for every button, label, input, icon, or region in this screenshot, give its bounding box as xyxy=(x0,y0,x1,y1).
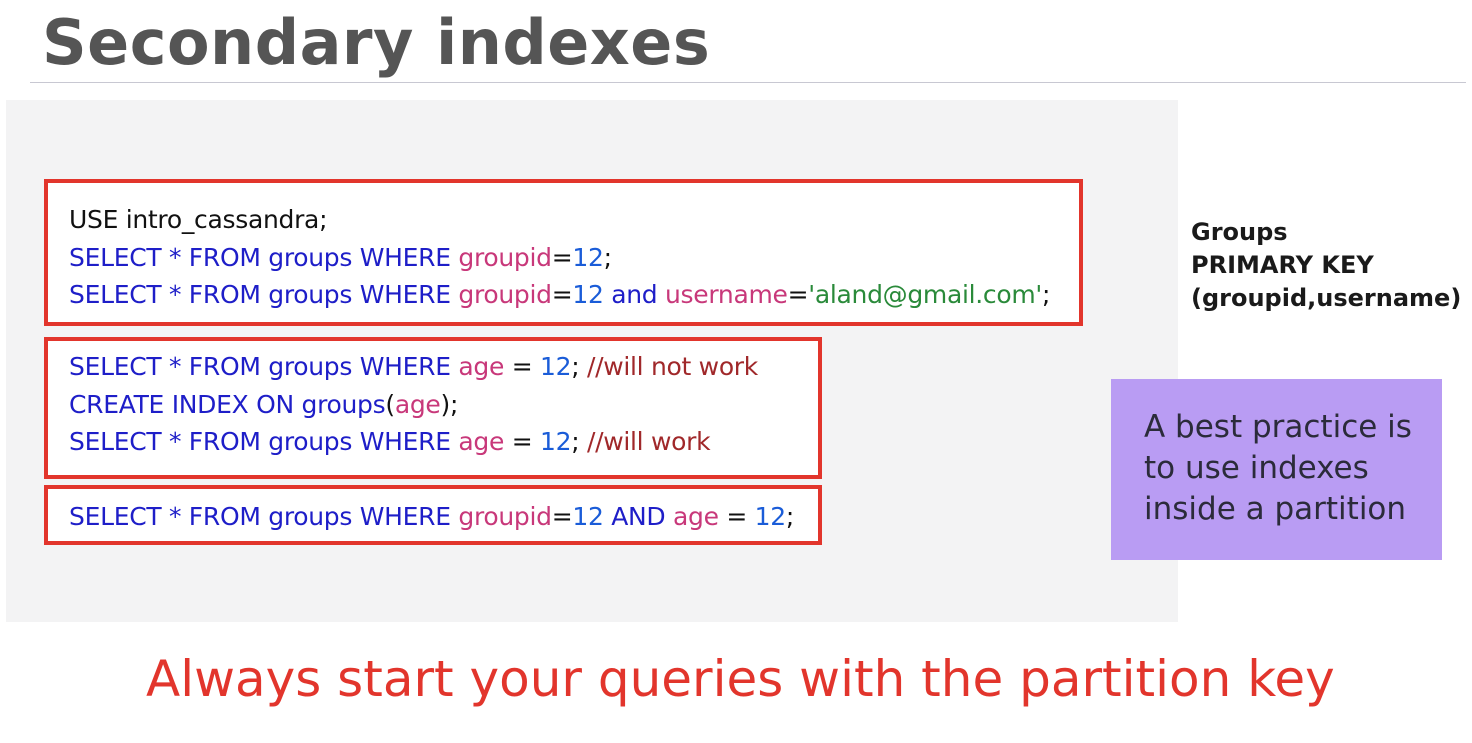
code-token-kw: CREATE INDEX ON groups xyxy=(69,389,386,419)
code-token-plain: ; xyxy=(571,352,587,381)
code-token-kw: SELECT * FROM groups WHERE xyxy=(69,427,459,456)
schema-primary-key-columns: (groupid,username) xyxy=(1191,284,1462,312)
code-token-kw: SELECT * FROM groups WHERE xyxy=(69,502,459,531)
code-token-col: groupid xyxy=(458,242,552,272)
code-line: SELECT * FROM groups WHERE groupid=12; xyxy=(69,239,1079,277)
code-token-plain: = xyxy=(504,352,540,381)
schema-primary-key-label: PRIMARY KEY xyxy=(1191,251,1374,279)
code-token-plain: = xyxy=(551,502,573,531)
schema-table-name: Groups xyxy=(1191,218,1288,246)
code-token-col: age xyxy=(673,502,719,531)
code-token-kw: SELECT * FROM groups WHERE xyxy=(69,352,459,381)
code-token-col: groupid xyxy=(458,502,552,531)
code-token-str: 'aland@gmail.com' xyxy=(808,280,1042,309)
page-title: Secondary indexes xyxy=(42,6,711,79)
code-token-kw: SELECT * FROM groups WHERE xyxy=(69,242,459,272)
code-token-cmt: //will work xyxy=(587,427,711,456)
code-token-plain: ( xyxy=(385,389,395,419)
code-token-cmt: //will not work xyxy=(587,352,758,381)
callout-line: A best practice is xyxy=(1144,409,1412,445)
code-token-num: 12 xyxy=(540,352,572,381)
code-line: SELECT * FROM groups WHERE age = 12; //w… xyxy=(69,348,818,386)
code-token-col: username xyxy=(665,280,788,309)
code-token-plain: USE intro_cassandra; xyxy=(69,205,328,234)
callout-line: to use indexes xyxy=(1144,450,1369,486)
code-token-num: 12 xyxy=(754,502,787,531)
code-token-num: 12 xyxy=(572,242,604,272)
code-line: SELECT * FROM groups WHERE groupid=12 an… xyxy=(69,276,1079,314)
footer-message: Always start your queries with the parti… xyxy=(146,650,1335,708)
code-line: SELECT * FROM groups WHERE groupid=12 AN… xyxy=(69,498,818,536)
table-schema-note: Groups PRIMARY KEY (groupid,username) xyxy=(1191,216,1461,315)
code-token-kw: SELECT * FROM groups WHERE xyxy=(69,280,459,309)
code-token-plain: = xyxy=(551,280,573,309)
code-token-plain: ); xyxy=(440,389,459,419)
code-token-plain: ; xyxy=(603,242,612,272)
code-token-plain: = xyxy=(718,502,755,531)
code-block-primary-key-queries: USE intro_cassandra; SELECT * FROM group… xyxy=(44,179,1083,326)
code-token-kw: and xyxy=(603,280,666,309)
title-divider xyxy=(30,82,1466,83)
code-token-plain: ; xyxy=(1041,280,1051,309)
code-line: USE intro_cassandra; xyxy=(69,201,1079,239)
code-token-num: 12 xyxy=(540,427,572,456)
code-token-plain: = xyxy=(787,280,809,309)
code-token-kw: AND xyxy=(603,502,674,531)
code-line: CREATE INDEX ON groups(age); xyxy=(69,386,818,424)
code-token-plain: = xyxy=(551,242,573,272)
code-line: SELECT * FROM groups WHERE age = 12; //w… xyxy=(69,423,818,461)
code-token-plain: = xyxy=(504,427,540,456)
code-token-col: age xyxy=(394,389,441,419)
callout-line: inside a partition xyxy=(1144,491,1407,527)
best-practice-callout: A best practice is to use indexes inside… xyxy=(1111,379,1442,560)
code-block-secondary-index: SELECT * FROM groups WHERE age = 12; //w… xyxy=(44,337,822,479)
code-token-plain: ; xyxy=(785,502,794,531)
code-token-num: 12 xyxy=(572,280,604,309)
code-token-col: age xyxy=(458,352,505,381)
code-token-col: groupid xyxy=(458,280,552,309)
code-block-partition-query: SELECT * FROM groups WHERE groupid=12 AN… xyxy=(44,485,822,545)
code-token-col: age xyxy=(458,427,505,456)
code-token-num: 12 xyxy=(572,502,604,531)
code-token-plain: ; xyxy=(571,427,587,456)
